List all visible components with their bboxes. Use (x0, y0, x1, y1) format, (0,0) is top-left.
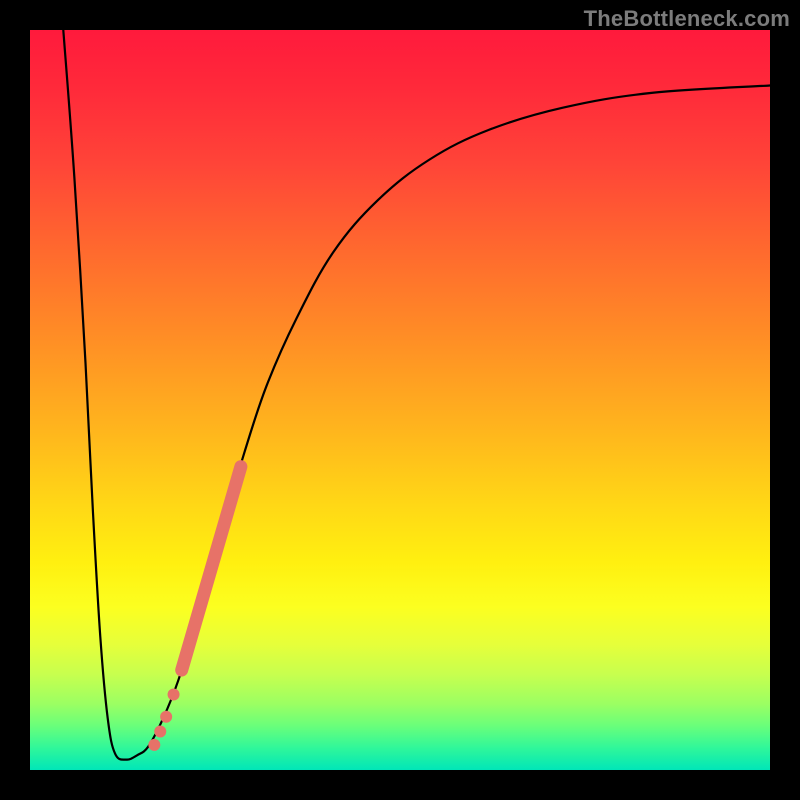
chart-stage: TheBottleneck.com (0, 0, 800, 800)
curve-layer (30, 30, 770, 770)
marker-dot (160, 711, 172, 723)
marker-dot (168, 689, 180, 701)
watermark-text: TheBottleneck.com (584, 6, 790, 32)
highlighted-segment (182, 467, 241, 670)
marker-dot (154, 726, 166, 738)
dot-cluster (148, 689, 179, 751)
bottleneck-curve (63, 30, 770, 760)
marker-dot (148, 739, 160, 751)
plot-area (30, 30, 770, 770)
